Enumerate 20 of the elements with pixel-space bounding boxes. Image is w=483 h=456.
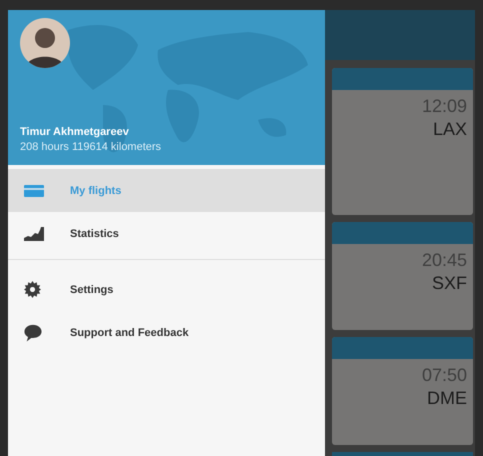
- flight-card[interactable]: 07:50 DME: [332, 337, 473, 445]
- card-icon: [24, 184, 44, 198]
- menu-item[interactable]: My flights: [8, 169, 325, 212]
- gear-icon: [24, 281, 41, 298]
- user-stats: 208 hours 119614 kilometers: [20, 141, 162, 153]
- chart-icon: [24, 226, 44, 240]
- flight-time: 12:09: [422, 96, 467, 117]
- menu-item[interactable]: Support and Feedback: [8, 311, 325, 354]
- airport-code: SXF: [432, 273, 467, 294]
- flight-time: 07:50: [422, 365, 467, 386]
- flight-card[interactable]: 12:09 LAX: [332, 68, 473, 215]
- avatar[interactable]: [20, 18, 70, 68]
- menu-item[interactable]: Statistics: [8, 212, 325, 255]
- flight-time: 20:45: [422, 250, 467, 271]
- flight-card[interactable]: 20:45 SXF: [332, 222, 473, 330]
- speech-bubble-icon: [24, 324, 42, 342]
- airport-code: DME: [427, 388, 467, 409]
- menu-item[interactable]: Settings: [8, 268, 325, 311]
- user-name: Timur Akhmetgareev: [20, 126, 130, 138]
- airport-code: LAX: [432, 119, 467, 140]
